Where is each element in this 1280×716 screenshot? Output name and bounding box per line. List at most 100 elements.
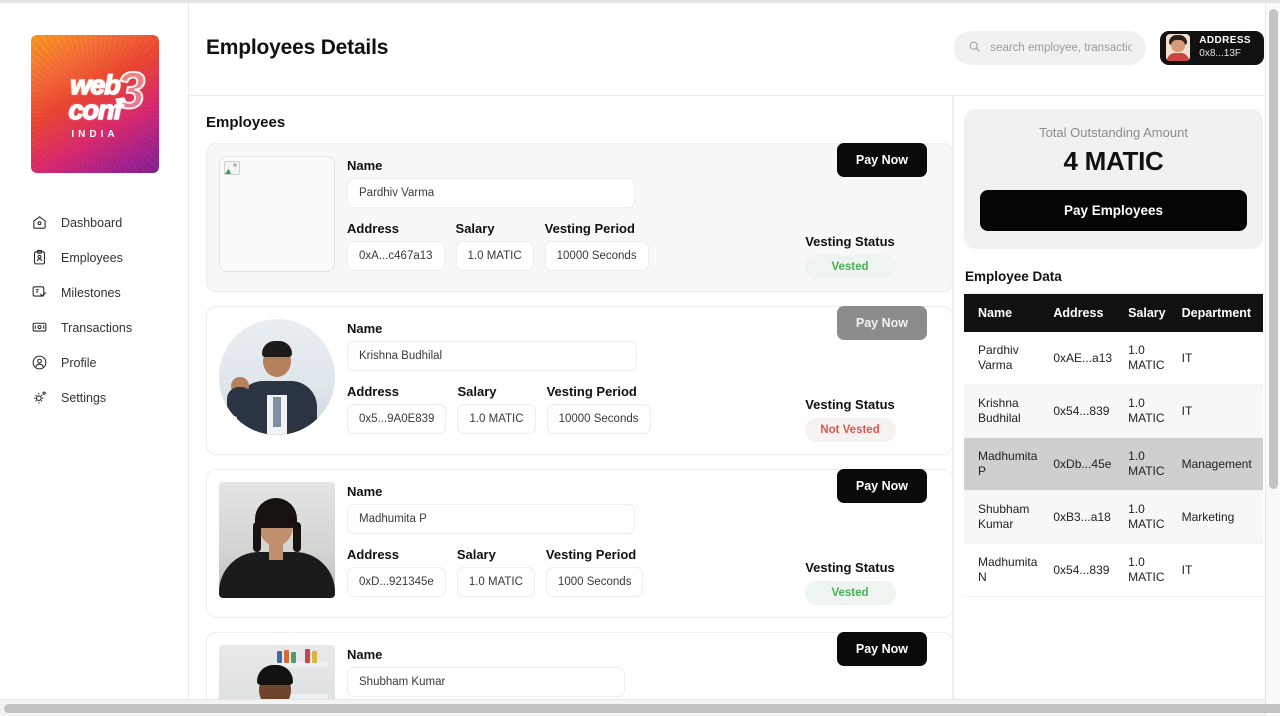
salary-label: Salary <box>457 384 497 399</box>
vesting-status-label: Vesting Status <box>805 560 895 575</box>
employee-card-wrapper: Pay Now Name Pardhiv Varma Address 0xA..… <box>206 143 953 292</box>
address-value[interactable]: 0x5...9A0E839 <box>347 404 447 434</box>
status-badge: Not Vested <box>804 418 896 442</box>
address-value[interactable]: 0xA...c467a13 <box>347 241 445 271</box>
document-check-icon <box>31 284 48 301</box>
vesting-period-value[interactable]: 1000 Seconds <box>545 567 644 597</box>
column-header-name[interactable]: Name <box>964 293 1046 332</box>
name-value[interactable]: Madhumita P <box>347 504 635 534</box>
cell-department: IT <box>1173 332 1263 385</box>
table-row[interactable]: Shubham Kumar 0xB3...a18 1.0 MATIC Marke… <box>964 490 1263 544</box>
name-value[interactable]: Pardhiv Varma <box>347 178 635 208</box>
cell-name: Shubham Kumar <box>964 490 1046 544</box>
name-value[interactable]: Krishna Budhilal <box>347 341 637 371</box>
gear-icon <box>31 389 48 406</box>
vesting-period-field: Vesting Period 10000 Seconds <box>544 221 649 271</box>
account-text: ADDRESS 0x8...13F <box>1199 35 1251 60</box>
outstanding-amount: 4 MATIC <box>1063 146 1164 176</box>
salary-label: Salary <box>456 547 496 562</box>
vesting-status-label: Vesting Status <box>805 397 895 412</box>
salary-value[interactable]: 1.0 MATIC <box>456 567 535 597</box>
address-value[interactable]: 0xD...921345e <box>347 567 446 597</box>
cell-department: IT <box>1173 384 1263 438</box>
address-field: Address 0xA...c467a13 <box>347 221 445 271</box>
search-bar[interactable] <box>954 30 1147 65</box>
page-title: Employees Details <box>206 35 389 59</box>
pay-now-button[interactable]: Pay Now <box>836 632 927 666</box>
column-header-address[interactable]: Address <box>1045 293 1121 332</box>
name-label: Name <box>347 158 383 173</box>
vesting-period-label: Vesting Period <box>544 221 635 236</box>
cell-name: Madhumita P <box>964 437 1046 491</box>
horizontal-scrollbar[interactable] <box>0 699 1280 716</box>
sidebar: web conf 3 INDIA Dashboard Employees Mil… <box>0 0 189 716</box>
address-label: Address <box>347 384 400 399</box>
table-row[interactable]: Madhumita N 0x54...839 1.0 MATIC IT <box>964 543 1263 597</box>
search-input[interactable] <box>990 41 1133 54</box>
outstanding-label: Total Outstanding Amount <box>1039 125 1188 140</box>
vesting-period-field: Vesting Period 10000 Seconds <box>546 384 651 434</box>
logo-numeral: 3 <box>115 62 146 120</box>
employee-fields: Name Madhumita P Address 0xD...921345e S… <box>347 482 748 605</box>
salary-value[interactable]: 1.0 MATIC <box>457 404 536 434</box>
name-value[interactable]: Shubham Kumar <box>347 667 625 697</box>
salary-value[interactable]: 1.0 MATIC <box>455 241 534 271</box>
address-field: Address 0x5...9A0E839 <box>347 384 447 434</box>
cell-salary: 1.0 MATIC <box>1120 543 1174 597</box>
clipboard-user-icon <box>31 249 48 266</box>
sidebar-item-label: Transactions <box>61 320 133 335</box>
sidebar-item-label: Profile <box>61 355 97 370</box>
employee-fields: Name Pardhiv Varma Address 0xA...c467a13… <box>347 156 748 279</box>
employee-photo <box>219 156 335 272</box>
address-field: Address 0xD...921345e <box>347 547 446 597</box>
horizontal-scrollbar-thumb[interactable] <box>4 704 1280 713</box>
sidebar-item-profile[interactable]: Profile <box>0 345 188 380</box>
app-logo: web conf 3 INDIA <box>31 35 159 173</box>
sidebar-item-settings[interactable]: Settings <box>0 380 188 415</box>
pay-now-button[interactable]: Pay Now <box>836 143 927 177</box>
employee-data-title: Employee Data <box>965 269 1062 284</box>
logo-line-1: web <box>70 69 122 100</box>
table-header: Name Address Salary Department <box>964 293 1263 332</box>
sidebar-item-employees[interactable]: Employees <box>0 240 188 275</box>
cell-address: 0xAE...a13 <box>1045 332 1121 385</box>
employee-list: Employees Pay Now Name Pardhiv Varma Add… <box>189 96 953 716</box>
table-row[interactable]: Pardhiv Varma 0xAE...a13 1.0 MATIC IT <box>964 332 1263 385</box>
vertical-scrollbar[interactable] <box>1265 3 1280 716</box>
vertical-scrollbar-thumb[interactable] <box>1269 9 1278 489</box>
vesting-period-value[interactable]: 10000 Seconds <box>546 404 651 434</box>
sidebar-item-dashboard[interactable]: Dashboard <box>0 205 188 240</box>
sidebar-item-label: Milestones <box>61 285 121 300</box>
broken-image-icon <box>224 161 240 175</box>
logo-country: INDIA <box>71 128 119 140</box>
vesting-period-value[interactable]: 10000 Seconds <box>544 241 649 271</box>
sidebar-item-label: Dashboard <box>61 215 123 230</box>
content-split: Employees Pay Now Name Pardhiv Varma Add… <box>189 96 1280 716</box>
column-header-department[interactable]: Department <box>1173 293 1263 332</box>
pay-employees-button[interactable]: Pay Employees <box>980 190 1247 231</box>
salary-field: Salary 1.0 MATIC <box>455 221 534 271</box>
column-header-salary[interactable]: Salary <box>1120 293 1174 332</box>
cell-name: Krishna Budhilal <box>964 384 1046 438</box>
employee-list-column: Employees Pay Now Name Pardhiv Varma Add… <box>189 96 954 716</box>
sidebar-nav: Dashboard Employees Milestones Transacti… <box>0 205 188 415</box>
account-label: ADDRESS <box>1199 35 1251 46</box>
pay-now-button[interactable]: Pay Now <box>836 306 927 340</box>
summary-column: Total Outstanding Amount 4 MATIC Pay Emp… <box>954 96 1280 716</box>
account-address-badge[interactable]: ADDRESS 0x8...13F <box>1160 30 1264 65</box>
table-row[interactable]: Krishna Budhilal 0x54...839 1.0 MATIC IT <box>964 384 1263 438</box>
address-label: Address <box>347 221 400 236</box>
employee-photo <box>219 319 335 435</box>
cell-department: IT <box>1173 543 1263 597</box>
cell-salary: 1.0 MATIC <box>1120 437 1174 491</box>
sidebar-item-milestones[interactable]: Milestones <box>0 275 188 310</box>
status-badge: Vested <box>804 581 896 605</box>
table-row-selected[interactable]: Madhumita P 0xDb...45e 1.0 MATIC Managem… <box>964 437 1263 491</box>
sidebar-item-transactions[interactable]: Transactions <box>0 310 188 345</box>
address-label: Address <box>347 547 400 562</box>
home-icon <box>31 214 48 231</box>
cell-department: Management <box>1173 437 1263 491</box>
employees-section-title: Employees <box>206 114 286 131</box>
page-header: Employees Details ADDRESS 0x8...13F <box>189 0 1280 96</box>
pay-now-button[interactable]: Pay Now <box>836 469 927 503</box>
